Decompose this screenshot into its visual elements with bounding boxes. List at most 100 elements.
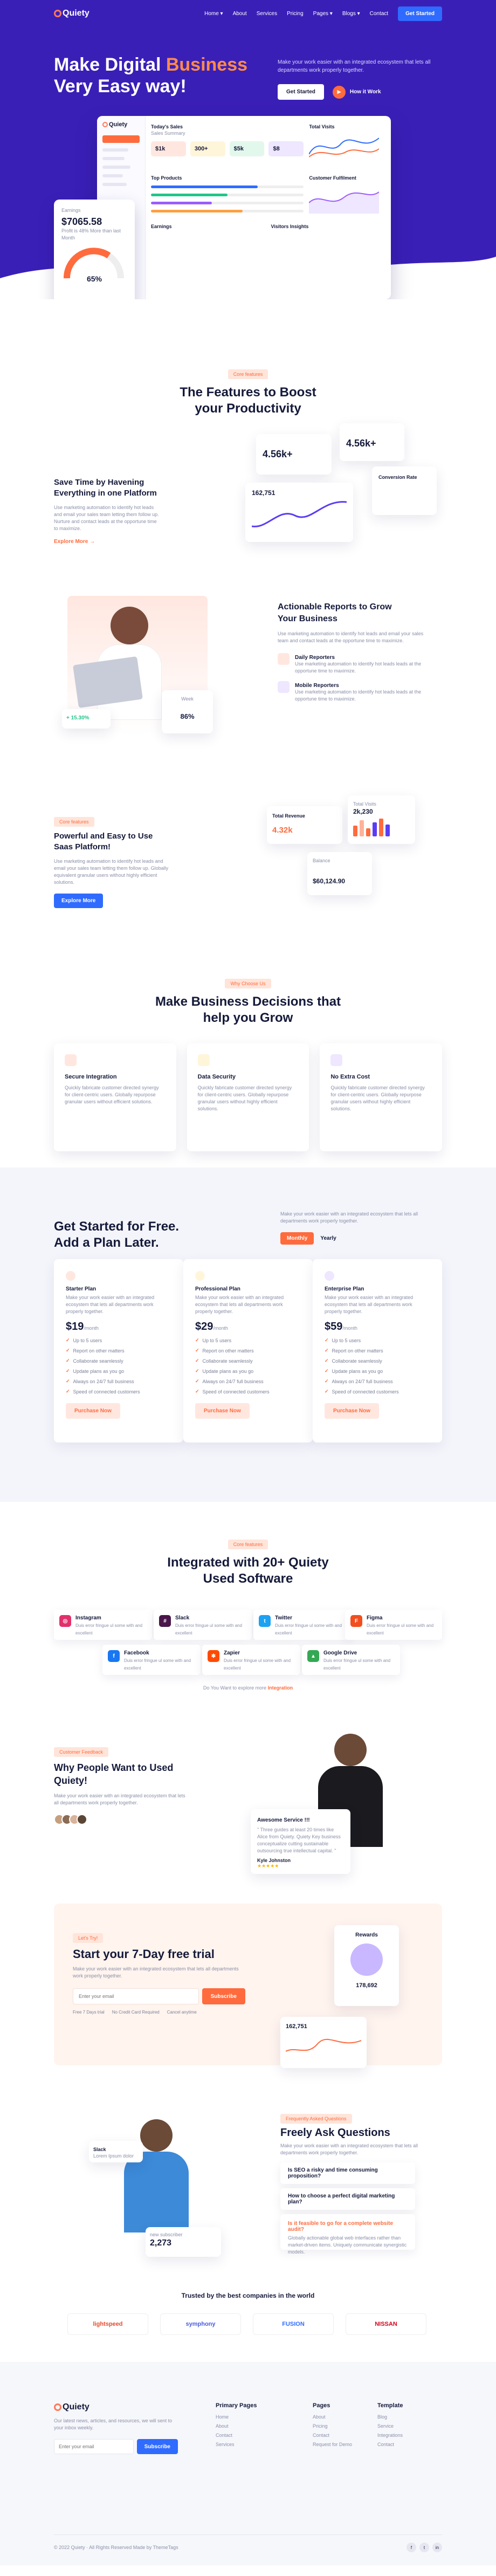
why-choose-section: Why Choose Us Make Business Decisions th… [0, 963, 496, 1167]
footer-link[interactable]: Integrations [377, 2433, 403, 2438]
rewards-card: Rewards 178,692 [334, 1925, 399, 2006]
chart-card: 162,751 [245, 483, 353, 542]
subscribe-button[interactable]: Subscribe [202, 1988, 245, 2004]
revenue-card: Total Revenue 4.32k [267, 806, 342, 844]
grow-title: Make Business Decisions that help you Gr… [155, 994, 341, 1025]
testimonial-section: Customer Feedback Why People Want to Use… [0, 1701, 496, 1893]
saas-section: Core features Powerful and Easy to Use S… [0, 790, 496, 963]
integration-twitter[interactable]: t Twitter Duis error fringue ul some with … [253, 1610, 352, 1640]
growth-badge: + 15.30% [62, 709, 111, 729]
nav-item-about[interactable]: About [233, 11, 247, 17]
logo[interactable]: Quiety [54, 9, 89, 18]
footer: Quiety Our latest news, articles, and re… [0, 2362, 496, 2565]
faq-item[interactable]: How to choose a perfect digital marketin… [280, 2188, 415, 2210]
hero-get-started-button[interactable]: Get Started [278, 84, 324, 100]
footer-email-input[interactable] [54, 2439, 134, 2454]
copyright: © 2022 Quiety · All Rights Reserved Made… [54, 2544, 178, 2550]
purchase-now-button[interactable]: Purchase Now [66, 1403, 120, 1419]
brand-logo: FUSION [253, 2313, 334, 2335]
avatar-group [54, 1814, 189, 1825]
purchase-now-button[interactable]: Purchase Now [325, 1403, 379, 1419]
stat-chart-card: 162,751 [280, 2017, 367, 2068]
linkedin-icon[interactable]: in [432, 2543, 442, 2552]
slack-icon: # [159, 1615, 171, 1627]
figma-icon: F [350, 1615, 362, 1627]
trial-section: Let's Try! Start your 7-Day free trial M… [0, 1893, 496, 2108]
integration-google-drive[interactable]: ▲ Google Drive Duis error fringue ul some … [302, 1645, 400, 1675]
footer-link[interactable]: About [313, 2414, 352, 2420]
pricing-section: Get Started for Free. Add a Plan Later. … [0, 1167, 496, 1502]
pricing-card-professional: Professional Plan Make your work easier … [183, 1259, 313, 1442]
subscriber-card: new subscriber 2,273 [146, 2227, 221, 2257]
instagram-icon: ◎ [59, 1615, 71, 1627]
integration-instagram[interactable]: ◎ Instagram Duis error fringue ul some wit… [54, 1610, 152, 1640]
explore-more-link[interactable]: Explore More → [54, 539, 162, 545]
footer-link[interactable]: Contact [377, 2442, 403, 2447]
faq-item-open[interactable]: Is it feasible to go for a complete webs… [280, 2214, 415, 2255]
footer-link[interactable]: Service [377, 2423, 403, 2429]
hero-title: Make Digital Business Very Easy way! [54, 54, 248, 97]
twitter-icon[interactable]: t [419, 2543, 429, 2552]
integration-facebook[interactable]: f Facebook Duis error fringue ul some with… [102, 1645, 201, 1675]
hero-section: Quiety Home ▾ About Services Pricing Pag… [0, 0, 496, 299]
slack-card: Slack Lorem Ipsum dolor [89, 2141, 143, 2162]
footer-link[interactable]: Home [216, 2414, 257, 2420]
navbar: Quiety Home ▾ About Services Pricing Pag… [0, 0, 496, 27]
nav-item-home[interactable]: Home ▾ [204, 11, 223, 17]
integration-slack[interactable]: # Slack Duis error fringue ul some with an… [154, 1610, 252, 1640]
nav-item-pages[interactable]: Pages ▾ [313, 11, 333, 17]
footer-link[interactable]: Pricing [313, 2423, 352, 2429]
footer-logo[interactable]: Quiety [54, 2402, 178, 2412]
faq-item[interactable]: Is SEO a risky and time consuming propos… [280, 2162, 415, 2184]
how-it-work-button[interactable]: ▶ How it Work [332, 85, 381, 99]
footer-link[interactable]: Request for Demo [313, 2442, 352, 2447]
facebook-icon[interactable]: f [407, 2543, 416, 2552]
play-icon: ▶ [332, 85, 346, 99]
footer-link[interactable]: Contact [313, 2433, 352, 2438]
pricing-card-enterprise: Enterprise Plan Make your work easier wi… [313, 1259, 442, 1442]
section-tag: Core features [228, 369, 268, 379]
pricing-title: Get Started for Free. Add a Plan Later. [54, 1219, 180, 1250]
daily-report-icon [278, 653, 290, 665]
integration-figma[interactable]: F Figma Duis error fringue ul some with an… [345, 1610, 442, 1640]
footer-link[interactable]: Blog [377, 2414, 403, 2420]
faq-section: Slack Lorem Ipsum dolor new subscriber 2,2… [0, 2108, 496, 2286]
yearly-toggle[interactable]: Yearly [320, 1235, 336, 1241]
earnings-card: Earnings $7065.58 Profit is 48% More tha… [54, 200, 135, 299]
trial-email-input[interactable] [73, 1988, 199, 2004]
facebook-icon: f [108, 1650, 120, 1662]
hero-description: Make your work easier with an integrated… [278, 59, 431, 73]
shield-icon [65, 1054, 77, 1066]
integration-link[interactable]: Integration [268, 1685, 293, 1691]
nav-item-services[interactable]: Services [257, 11, 277, 17]
feature-card: No Extra Cost Quickly fabricate customer … [320, 1043, 443, 1151]
footer-link[interactable]: Services [216, 2442, 257, 2447]
features-section: Core features The Features to Boost your… [0, 299, 496, 580]
testimonial-card: Awesome Service !!! " Three guides at le… [251, 1809, 350, 1874]
twitter-icon: t [259, 1615, 271, 1627]
brand-logo: NISSAN [346, 2313, 426, 2335]
monthly-toggle[interactable]: Monthly [280, 1232, 314, 1245]
nav-item-blogs[interactable]: Blogs ▾ [342, 11, 360, 17]
pricing-card-starter: Starter Plan Make your work easier with … [54, 1259, 183, 1442]
integration-zapier[interactable]: ✱ Zapier Duis error fringue ul some with a… [202, 1645, 300, 1675]
integrations-section: Core features Integrated with 20+ Quiety… [0, 1502, 496, 1701]
balance-card: Balance $60,124.90 [307, 852, 372, 895]
coin-icon [330, 1054, 343, 1066]
nav-item-pricing[interactable]: Pricing [287, 11, 304, 17]
visits-card: Total Visits 2k,230 [348, 795, 415, 844]
footer-link[interactable]: About [216, 2423, 257, 2429]
dashboard-preview: Quiety Today's Sales Sales Summary $1k 3… [97, 116, 391, 299]
nav-item-contact[interactable]: Contact [370, 11, 388, 17]
features-title: The Features to Boost your Productivity [180, 385, 316, 416]
footer-link[interactable]: Contact [216, 2433, 257, 2438]
brand-logo: symphony [160, 2313, 241, 2335]
integrations-title: Integrated with 20+ Quiety Used Software [167, 1555, 329, 1586]
stat-card: 4.56k+ [340, 423, 404, 461]
brands-section: Trusted by the best companies in the wor… [0, 2286, 496, 2362]
purchase-now-button[interactable]: Purchase Now [195, 1403, 250, 1419]
explore-more-button[interactable]: Explore More [54, 894, 104, 908]
nav-get-started-button[interactable]: Get Started [398, 6, 442, 21]
footer-subscribe-button[interactable]: Subscribe [136, 2439, 178, 2454]
logo-icon [54, 10, 61, 17]
